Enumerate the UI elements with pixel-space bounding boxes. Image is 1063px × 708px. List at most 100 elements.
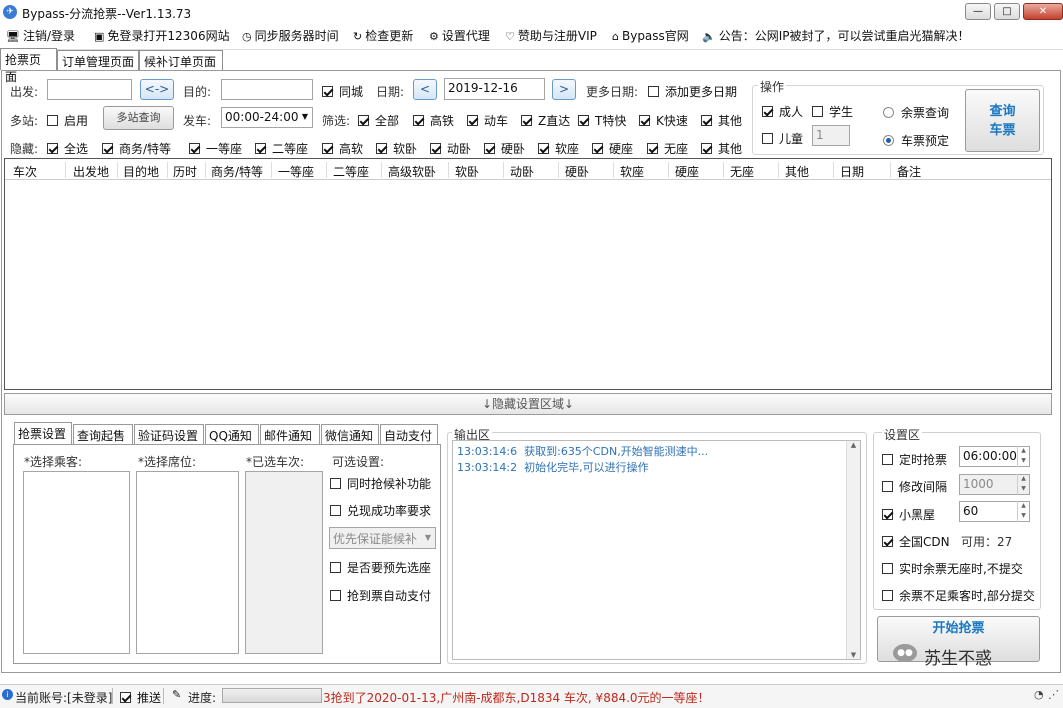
minimize-button[interactable]: —	[965, 3, 991, 20]
col-emu-sleeper[interactable]: 动卧	[510, 163, 534, 180]
multi-station-enable-checkbox[interactable]: 启用	[47, 112, 88, 129]
to-input[interactable]	[221, 79, 313, 100]
col-from[interactable]: 出发地	[73, 163, 109, 180]
subtab-grab-settings[interactable]: 抢票设置	[14, 422, 72, 444]
subtab-wechat-notify[interactable]: 微信通知	[321, 424, 379, 444]
selected-train-list[interactable]	[245, 471, 323, 654]
hide-hard-seat-checkbox[interactable]: 硬座	[592, 140, 633, 157]
train-grid[interactable]	[4, 158, 1052, 390]
multi-station-query-button[interactable]: 多站查询	[103, 106, 174, 130]
subtab-captcha[interactable]: 验证码设置	[134, 424, 204, 444]
blackroom-input[interactable]: 60 ▲ ▼	[959, 501, 1030, 522]
blackroom-checkbox[interactable]: 小黑屋	[882, 506, 935, 523]
subtab-auto-pay[interactable]: 自动支付	[380, 424, 438, 444]
col-to[interactable]: 目的地	[123, 163, 159, 180]
menu-announcement[interactable]: 🔈 公告：公网IP被封了，可以尝试重启光猫解决！	[702, 27, 969, 44]
menu-check-update[interactable]: ↻ 检查更新	[353, 27, 413, 44]
col-business[interactable]: 商务/特等	[211, 163, 263, 180]
scroll-up-icon[interactable]: ▲	[847, 441, 860, 449]
menu-sponsor-vip[interactable]: ♡ 赞助与注册VIP	[505, 27, 597, 44]
hide-business-checkbox[interactable]: 商务/特等	[102, 140, 171, 157]
from-input[interactable]	[47, 79, 132, 100]
menu-logout-login[interactable]: 🖥 注销/登录	[6, 27, 75, 44]
hide-soft-sleeper-checkbox[interactable]: 软卧	[376, 140, 417, 157]
menu-proxy[interactable]: ⚙ 设置代理	[429, 27, 490, 44]
filter-t-checkbox[interactable]: T特快	[578, 112, 626, 129]
spinner-icon[interactable]: ▲ ▼	[1017, 446, 1029, 467]
hide-high-soft-checkbox[interactable]: 高软	[322, 140, 363, 157]
subtab-presale-query[interactable]: 查询起售	[73, 424, 133, 444]
output-log[interactable]: 13:03:14:6 获取到:635个CDN,开始智能测速中... 13:03:…	[452, 440, 861, 660]
book-ticket-radio[interactable]: 车票预定	[883, 132, 949, 149]
col-second[interactable]: 二等座	[333, 163, 369, 180]
filter-z-checkbox[interactable]: Z直达	[521, 112, 570, 129]
subtab-qq-notify[interactable]: QQ通知	[205, 424, 259, 444]
toggle-settings-area[interactable]: ↓隐藏设置区域↓	[4, 393, 1052, 415]
hide-first-class-checkbox[interactable]: 一等座	[189, 140, 242, 157]
query-tickets-button[interactable]: 查询 车票	[965, 89, 1040, 152]
national-cdn-checkbox[interactable]: 全国CDN	[882, 533, 950, 550]
adult-checkbox[interactable]: 成人	[762, 103, 803, 120]
seat-list[interactable]	[136, 471, 239, 654]
filter-all-checkbox[interactable]: 全部	[358, 112, 399, 129]
realtime-no-seat-checkbox[interactable]: 实时余票无座时,不提交	[882, 560, 1023, 577]
depart-time-select[interactable]: 00:00-24:00 ▼	[221, 107, 313, 128]
hide-second-class-checkbox[interactable]: 二等座	[255, 140, 308, 157]
hide-emu-sleeper-checkbox[interactable]: 动卧	[430, 140, 471, 157]
success-rate-checkbox[interactable]: 兑现成功率要求	[330, 502, 431, 519]
subtab-email-notify[interactable]: 邮件通知	[260, 424, 320, 444]
date-input[interactable]: 2019-12-16	[444, 78, 545, 100]
col-high-soft-sleeper[interactable]: 高级软卧	[388, 163, 436, 180]
col-duration[interactable]: 历时	[173, 163, 197, 180]
auto-pay-checkbox[interactable]: 抢到票自动支付	[330, 587, 431, 604]
col-train[interactable]: 车次	[13, 163, 37, 180]
filter-k-checkbox[interactable]: K快速	[639, 112, 688, 129]
hide-all-checkbox[interactable]: 全选	[47, 140, 88, 157]
same-city-checkbox[interactable]: 同城	[322, 83, 363, 100]
menu-sync-time[interactable]: ◷ 同步服务器时间	[242, 27, 339, 44]
col-first[interactable]: 一等座	[278, 163, 314, 180]
resize-grip-icon[interactable]: ⋰	[1048, 688, 1059, 701]
col-other[interactable]: 其他	[785, 163, 809, 180]
hide-hard-sleeper-checkbox[interactable]: 硬卧	[484, 140, 525, 157]
spinner-icon[interactable]: ▲ ▼	[1017, 501, 1029, 522]
add-more-dates-checkbox[interactable]: 添加更多日期	[648, 83, 737, 100]
push-checkbox[interactable]: 推送	[120, 689, 161, 706]
menu-website[interactable]: ⌂ Bypass官网	[612, 27, 689, 44]
col-hard-seat[interactable]: 硬座	[675, 163, 699, 180]
waitlist-also-checkbox[interactable]: 同时抢候补功能	[330, 475, 431, 492]
col-soft-seat[interactable]: 软座	[620, 163, 644, 180]
tab-waitlist-orders[interactable]: 候补订单页面	[139, 50, 223, 70]
maximize-button[interactable]: □	[994, 3, 1020, 20]
partial-submit-checkbox[interactable]: 余票不足乘客时,部分提交	[882, 587, 1035, 604]
passenger-list[interactable]	[23, 471, 130, 654]
hide-other-checkbox[interactable]: 其他	[701, 140, 742, 157]
student-checkbox[interactable]: 学生	[812, 103, 853, 120]
hide-soft-seat-checkbox[interactable]: 软座	[538, 140, 579, 157]
swap-button[interactable]: <->	[140, 79, 174, 100]
preselect-seat-checkbox[interactable]: 是否要预先选座	[330, 559, 431, 576]
menu-open-12306[interactable]: ▣ 免登录打开12306网站	[94, 27, 230, 44]
filter-dongche-checkbox[interactable]: 动车	[467, 112, 508, 129]
col-hard-sleeper[interactable]: 硬卧	[565, 163, 589, 180]
tab-grab-tickets[interactable]: 抢票页面	[0, 48, 57, 84]
timed-grab-checkbox[interactable]: 定时抢票	[882, 451, 947, 468]
col-no-seat[interactable]: 无座	[730, 163, 754, 180]
filter-gaotie-checkbox[interactable]: 高铁	[413, 112, 454, 129]
col-date[interactable]: 日期	[840, 163, 864, 180]
close-button[interactable]: ✕	[1023, 3, 1063, 20]
prev-date-button[interactable]: <	[413, 79, 437, 100]
col-soft-sleeper[interactable]: 软卧	[455, 163, 479, 180]
timed-grab-time-input[interactable]: 06:00:00 ▲ ▼	[959, 446, 1030, 467]
hide-no-seat-checkbox[interactable]: 无座	[647, 140, 688, 157]
col-note[interactable]: 备注	[897, 163, 921, 180]
filter-other-checkbox[interactable]: 其他	[701, 112, 742, 129]
next-date-button[interactable]: >	[552, 79, 576, 100]
output-scrollbar[interactable]: ▲ ▼	[846, 441, 860, 659]
tab-orders[interactable]: 订单管理页面	[57, 50, 139, 70]
child-checkbox[interactable]: 儿童	[762, 130, 803, 147]
scroll-down-icon[interactable]: ▼	[847, 651, 860, 659]
remain-query-radio[interactable]: 余票查询	[883, 104, 949, 121]
checkbox-box	[102, 143, 113, 154]
change-interval-checkbox[interactable]: 修改间隔	[882, 478, 947, 495]
